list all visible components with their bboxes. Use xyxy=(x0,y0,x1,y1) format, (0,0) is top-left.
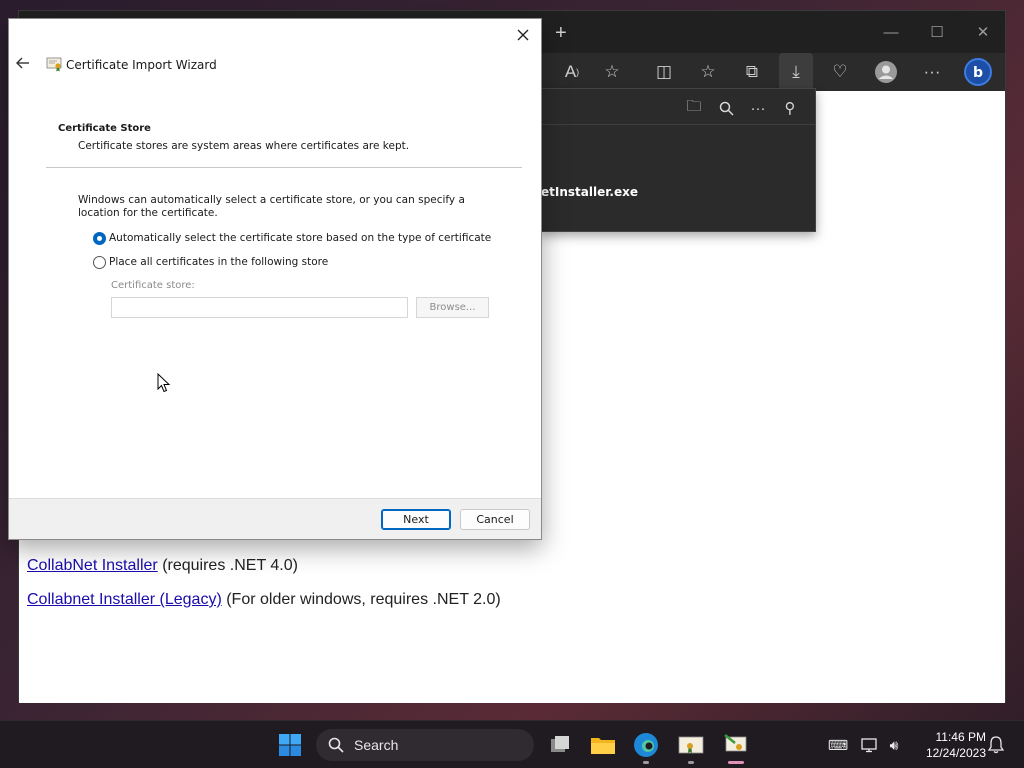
bing-copilot-icon[interactable]: b xyxy=(961,53,995,91)
page-link-row: CollabNet Installer (requires .NET 4.0) xyxy=(27,557,298,575)
favorites-icon[interactable]: ☆ xyxy=(691,53,725,91)
profile-icon[interactable] xyxy=(869,53,903,91)
taskbar-clock[interactable]: 11:46 PM 12/24/2023 xyxy=(914,729,986,761)
option-label: Place all certificates in the following … xyxy=(109,256,329,268)
more-icon[interactable]: ··· xyxy=(745,95,771,121)
divider xyxy=(46,167,522,168)
collections-icon[interactable]: ⧉ xyxy=(735,53,769,91)
split-screen-icon[interactable]: ◫ xyxy=(647,53,681,91)
link-note: (For older windows, requires .NET 2.0) xyxy=(226,591,501,608)
certificate-store-input[interactable] xyxy=(111,297,408,318)
browser-essentials-icon[interactable]: ♡ xyxy=(823,53,857,91)
search-label: Search xyxy=(354,737,399,753)
task-view-icon[interactable] xyxy=(544,729,576,761)
windows-start-icon[interactable] xyxy=(274,729,306,761)
svg-text:b: b xyxy=(973,65,983,81)
dialog-footer: Next Cancel xyxy=(9,498,541,539)
link-note: (requires .NET 4.0) xyxy=(162,557,298,574)
certificate-import-wizard: Certificate Import Wizard Certificate St… xyxy=(8,18,542,540)
browse-button[interactable]: Browse... xyxy=(416,297,489,318)
certificate-manager-icon[interactable] xyxy=(675,729,707,761)
read-aloud-icon[interactable]: A) xyxy=(555,53,589,91)
radio-button[interactable] xyxy=(93,255,106,269)
collabnet-legacy-link[interactable]: Collabnet Installer (Legacy) xyxy=(27,591,222,608)
downloads-panel: 🗀 ··· ⚲ etInstaller.exe xyxy=(540,88,816,232)
taskbar: Search ⌨ 🔊︎ 11:46 PM 12/24/2023 xyxy=(0,720,1024,768)
collabnet-installer-link[interactable]: CollabNet Installer xyxy=(27,557,158,574)
place-in-store-option[interactable]: Place all certificates in the following … xyxy=(93,254,328,270)
dialog-title: Certificate Import Wizard xyxy=(66,58,217,72)
volume-icon[interactable]: 🔊︎ xyxy=(884,735,904,755)
section-description: Certificate stores are system areas wher… xyxy=(78,140,410,152)
cancel-button[interactable]: Cancel xyxy=(460,509,530,530)
network-icon[interactable] xyxy=(860,735,880,755)
downloads-header: 🗀 ··· ⚲ xyxy=(541,89,815,125)
pin-icon[interactable]: ⚲ xyxy=(777,95,803,121)
certificate-icon xyxy=(45,55,63,73)
more-icon[interactable]: ··· xyxy=(915,53,949,91)
page-link-row: Collabnet Installer (Legacy) (For older … xyxy=(27,591,501,609)
clock-time: 11:46 PM xyxy=(935,730,986,744)
intro-text: Windows can automatically select a certi… xyxy=(78,194,465,219)
open-folder-icon[interactable]: 🗀 xyxy=(681,95,707,121)
import-wizard-icon[interactable] xyxy=(720,729,752,761)
search-icon[interactable] xyxy=(713,95,739,121)
keyboard-icon[interactable]: ⌨ xyxy=(828,735,848,755)
download-file-name[interactable]: etInstaller.exe xyxy=(541,185,638,199)
new-tab-button[interactable]: + xyxy=(555,23,567,43)
file-explorer-icon[interactable] xyxy=(587,729,619,761)
downloads-icon[interactable]: ⤓ xyxy=(779,53,813,91)
auto-select-store-option[interactable]: Automatically select the certificate sto… xyxy=(93,230,491,246)
running-indicator xyxy=(688,761,694,764)
taskbar-search[interactable]: Search xyxy=(316,729,534,761)
minimize-button[interactable]: — xyxy=(871,21,911,43)
close-icon[interactable] xyxy=(511,23,535,47)
clock-date: 12/24/2023 xyxy=(925,746,986,760)
active-indicator xyxy=(728,761,744,764)
maximize-button[interactable]: ☐ xyxy=(917,21,957,43)
favorite-star-icon[interactable]: ☆ xyxy=(595,53,629,91)
edge-icon[interactable] xyxy=(630,729,662,761)
next-button[interactable]: Next xyxy=(381,509,451,530)
window-close-button[interactable]: ✕ xyxy=(963,21,1003,43)
mouse-cursor-icon xyxy=(157,372,171,393)
option-label: Automatically select the certificate sto… xyxy=(109,232,492,244)
certificate-store-label: Certificate store: xyxy=(111,280,195,291)
radio-button-checked[interactable] xyxy=(93,231,106,245)
notification-bell-icon[interactable] xyxy=(986,735,1006,755)
running-indicator xyxy=(643,761,649,764)
back-arrow-icon[interactable] xyxy=(15,55,33,73)
section-title: Certificate Store xyxy=(58,123,151,134)
search-icon xyxy=(328,737,344,753)
